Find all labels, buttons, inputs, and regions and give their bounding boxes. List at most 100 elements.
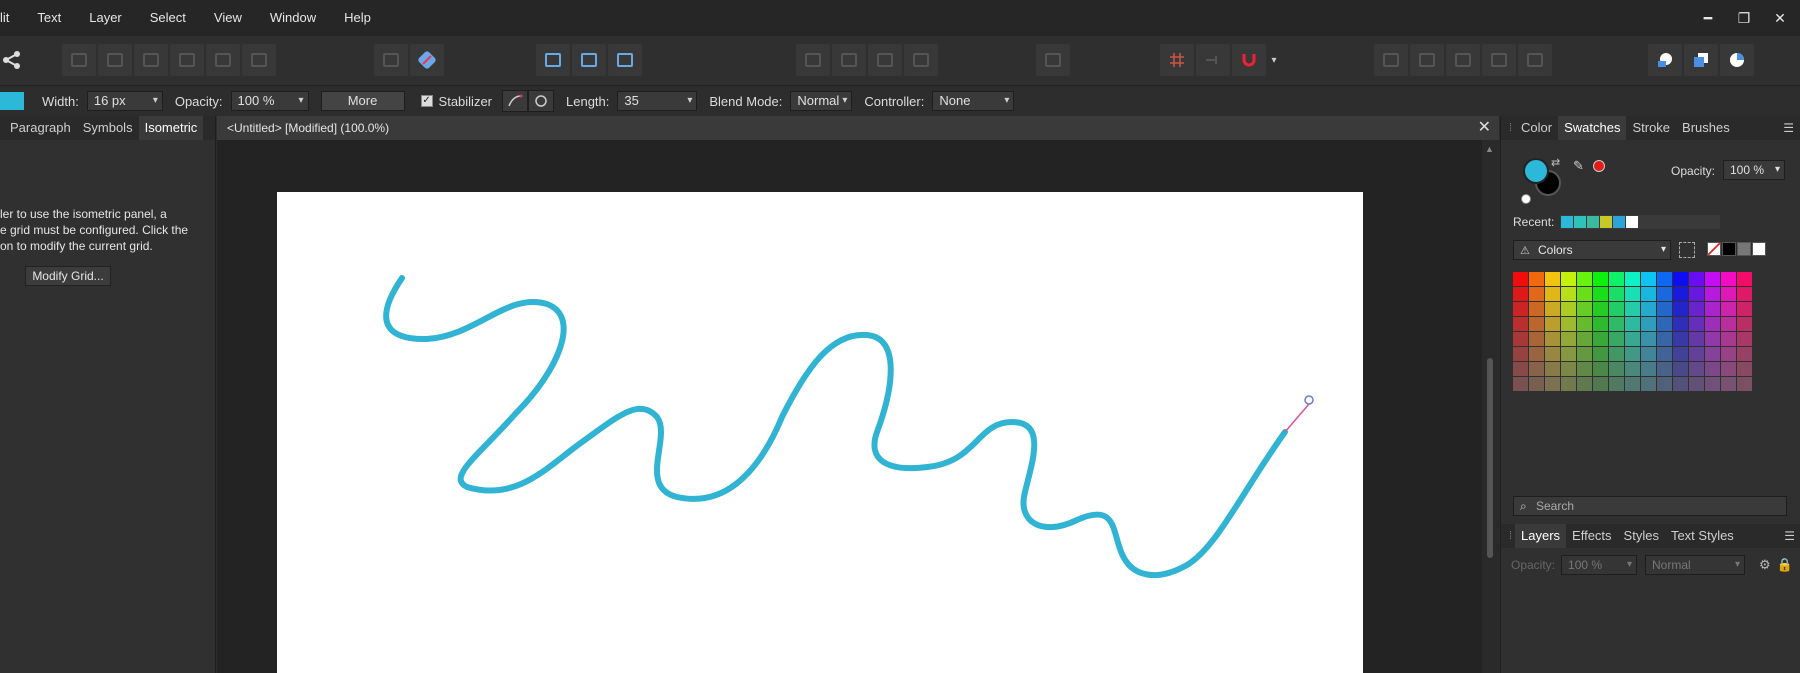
palette-swatch[interactable] [1529,272,1544,286]
palette-swatch[interactable] [1529,317,1544,331]
controller-select[interactable]: None [932,91,1015,111]
palette-swatch[interactable] [1705,272,1720,286]
palette-swatch[interactable] [1545,287,1560,301]
palette-swatch[interactable] [1625,272,1640,286]
tab-styles[interactable]: Styles [1618,524,1665,548]
align-middle-icon[interactable] [206,44,240,76]
palette-swatch[interactable] [1689,362,1704,376]
blend-mode-select[interactable]: Normal [790,91,853,111]
menu-select[interactable]: Select [136,0,200,36]
palette-swatch[interactable] [1737,302,1752,316]
palette-swatch[interactable] [1577,272,1592,286]
tab-effects[interactable]: Effects [1566,524,1618,548]
divide-icon[interactable] [1518,44,1552,76]
palette-swatch[interactable] [1737,287,1752,301]
restore-icon[interactable]: ❐ [1736,10,1752,26]
vertical-scrollbar[interactable]: ▲ [1482,140,1499,673]
palette-swatch[interactable] [1609,377,1624,391]
minimize-icon[interactable]: ━ [1700,10,1716,26]
palette-swatch[interactable] [1577,287,1592,301]
palette-swatch[interactable] [1609,272,1624,286]
palette-swatch[interactable] [1609,362,1624,376]
palette-swatch[interactable] [1641,317,1656,331]
palette-swatch[interactable] [1673,302,1688,316]
lock-icon[interactable]: 🔒 [1777,557,1793,573]
palette-swatch[interactable] [1641,347,1656,361]
magnet-icon[interactable] [1232,44,1266,76]
palette-swatch[interactable] [1625,347,1640,361]
palette-swatch[interactable] [1625,377,1640,391]
palette-swatch[interactable] [1721,302,1736,316]
select-bounds-icon[interactable] [572,44,606,76]
tab-paragraph[interactable]: Paragraph [0,116,77,140]
palette-swatch[interactable] [1545,272,1560,286]
align-center-icon[interactable] [98,44,132,76]
palette-swatch[interactable] [1721,362,1736,376]
close-icon[interactable]: ✕ [1772,10,1788,26]
palette-swatch[interactable] [1577,302,1592,316]
stabilizer-checkbox[interactable]: ✓ [420,95,433,107]
panel-menu-icon[interactable]: ☰ [1784,524,1795,548]
palette-swatch[interactable] [1593,332,1608,346]
palette-swatch[interactable] [1561,377,1576,391]
palette-swatch[interactable] [1593,362,1608,376]
tab-symbols[interactable]: Symbols [77,116,139,140]
palette-swatch[interactable] [1593,272,1608,286]
layers-opacity-select[interactable]: 100 % [1561,555,1638,575]
tab-brushes[interactable]: Brushes [1676,116,1736,140]
palette-swatch[interactable] [1705,332,1720,346]
palette-swatch[interactable] [1737,317,1752,331]
palette-swatch[interactable] [1593,347,1608,361]
more-button[interactable]: More [320,91,405,111]
pixel-persona-icon[interactable] [374,44,408,76]
palette-swatch[interactable] [1513,272,1528,286]
palette-swatch[interactable] [1625,302,1640,316]
menu-help[interactable]: Help [330,0,385,36]
palette-swatch[interactable] [1545,317,1560,331]
palette-grid-icon[interactable] [1679,242,1695,258]
palette-swatch[interactable] [1529,377,1544,391]
canvas-area[interactable] [217,140,1482,673]
tab-text-styles[interactable]: Text Styles [1665,524,1740,548]
palette-swatch[interactable] [1657,377,1672,391]
share-icon[interactable] [0,44,24,76]
palette-swatch[interactable] [1561,287,1576,301]
gray-swatch[interactable] [1737,242,1751,256]
palette-swatch[interactable] [1721,377,1736,391]
palette-swatch[interactable] [1513,302,1528,316]
palette-swatch[interactable] [1577,332,1592,346]
tab-isometric[interactable]: Isometric [138,116,204,140]
brush-stroke-drawing[interactable] [277,192,1363,673]
palette-swatch[interactable] [1561,302,1576,316]
palette-swatch[interactable] [1609,317,1624,331]
palette-swatch[interactable] [1641,287,1656,301]
palette-swatch[interactable] [1673,287,1688,301]
palette-swatch[interactable] [1689,332,1704,346]
palette-swatch[interactable] [1513,362,1528,376]
align-right-icon[interactable] [134,44,168,76]
transform-icon[interactable] [608,44,642,76]
recent-swatch[interactable] [1574,216,1587,228]
black-swatch[interactable] [1722,242,1736,256]
recent-color-dot[interactable] [1593,160,1605,172]
palette-swatch[interactable] [1513,332,1528,346]
palette-swatch[interactable] [1657,362,1672,376]
palette-swatch[interactable] [1513,287,1528,301]
tab-color[interactable]: Color [1515,116,1558,140]
palette-swatch[interactable] [1737,272,1752,286]
document-tab[interactable]: <Untitled> [Modified] (100.0%) ✕ [217,116,1499,140]
palette-swatch[interactable] [1689,347,1704,361]
snap-edge-icon[interactable] [1196,44,1230,76]
panel-grip-icon[interactable]: ⁞ [1501,530,1515,542]
magnet-options-icon[interactable]: ▾ [1268,44,1280,76]
palette-swatch[interactable] [1641,272,1656,286]
select-all-icon[interactable] [536,44,570,76]
palette-swatch[interactable] [1609,332,1624,346]
menu-window[interactable]: Window [256,0,330,36]
align-left-icon[interactable] [62,44,96,76]
palette-swatch[interactable] [1529,332,1544,346]
palette-swatch[interactable] [1529,347,1544,361]
menu-view[interactable]: View [200,0,256,36]
pie-icon[interactable] [1720,44,1754,76]
palette-swatch[interactable] [1657,332,1672,346]
